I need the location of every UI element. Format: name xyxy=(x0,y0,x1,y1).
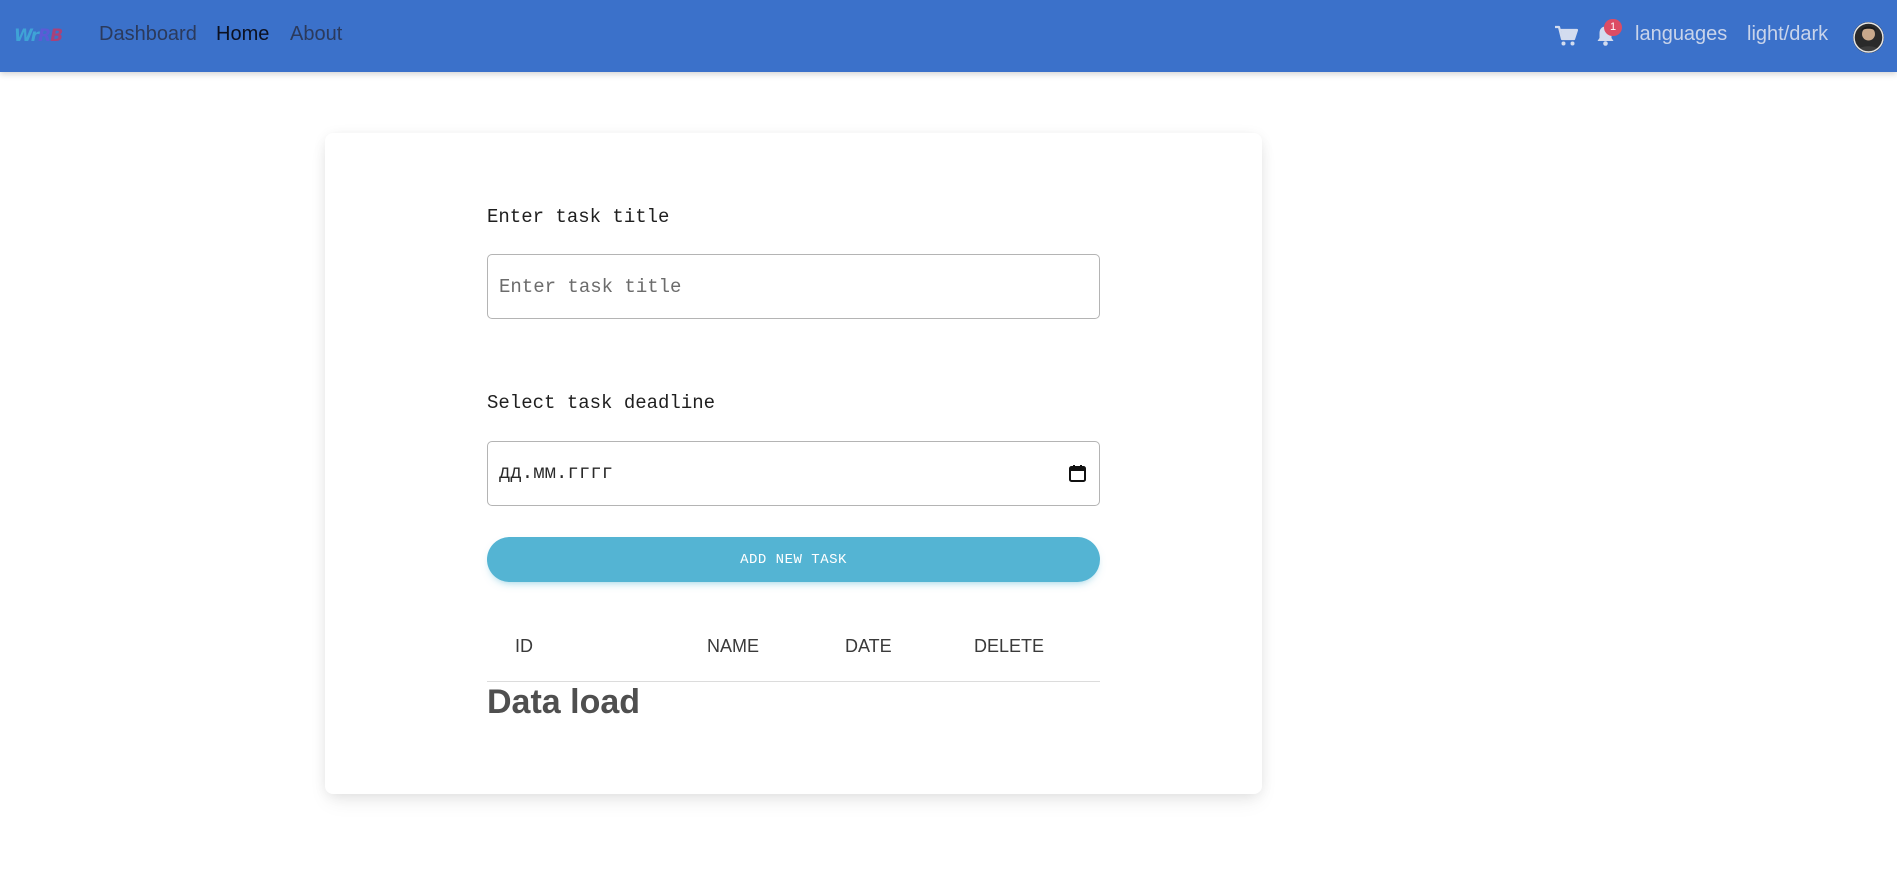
brand-logo-part: Wr xyxy=(14,26,39,46)
brand-logo[interactable]: WrRB xyxy=(14,26,64,48)
task-deadline-input[interactable]: дд.мм.гггг xyxy=(487,441,1100,506)
table-header-name: NAME xyxy=(707,636,760,656)
table-header-delete: DELETE xyxy=(974,636,1045,656)
avatar[interactable] xyxy=(1853,22,1884,53)
nav-link-about[interactable]: About xyxy=(290,23,342,46)
task-title-label: Enter task title xyxy=(487,206,670,228)
data-load-text: Data load xyxy=(487,683,641,721)
task-title-field xyxy=(487,254,1100,319)
nav-link-dashboard[interactable]: Dashboard xyxy=(99,23,197,46)
notification-badge: 1 xyxy=(1604,19,1622,36)
table-divider xyxy=(487,681,1100,682)
cart-icon[interactable] xyxy=(1554,25,1579,47)
languages-menu[interactable]: languages xyxy=(1635,23,1727,46)
task-title-input[interactable] xyxy=(488,255,1099,318)
add-new-task-button[interactable]: ADD NEW TASK xyxy=(487,537,1100,582)
navbar: WrRB Dashboard Home About 1 languages li… xyxy=(0,0,1897,72)
brand-logo-part: R xyxy=(38,26,51,46)
deadline-placeholder: дд.мм.гггг xyxy=(499,462,614,484)
calendar-icon[interactable] xyxy=(1068,464,1087,483)
nav-link-home[interactable]: Home xyxy=(216,23,269,46)
table-header-id: ID xyxy=(515,636,533,656)
table-header-date: DATE xyxy=(845,636,892,656)
task-deadline-label: Select task deadline xyxy=(487,392,716,414)
theme-toggle[interactable]: light/dark xyxy=(1747,23,1828,46)
brand-logo-part: B xyxy=(50,26,63,46)
